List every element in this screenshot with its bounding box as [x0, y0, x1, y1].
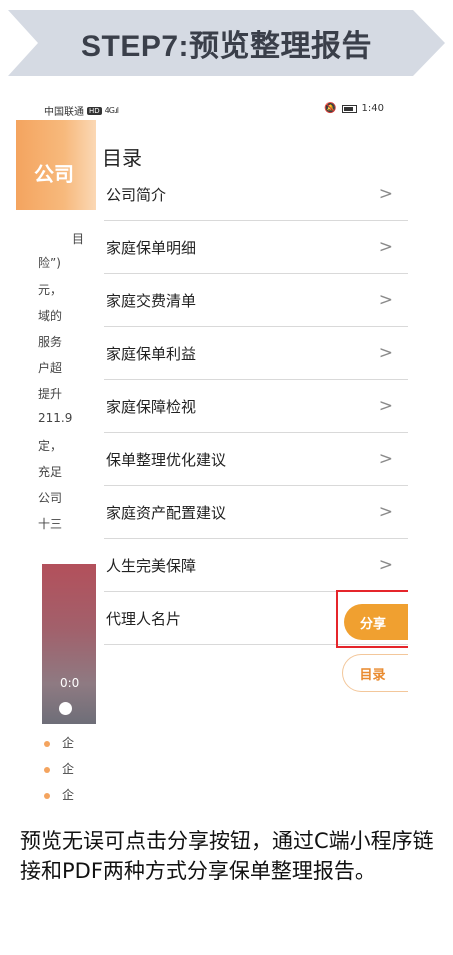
toc-item-label: 家庭保单利益 — [106, 344, 197, 363]
toc-item-label: 家庭保单明细 — [106, 238, 197, 257]
status-bar: 中国联通 HD 4G.ıl 🔕 1:40 — [16, 96, 408, 120]
carrier-name: 中国联通 — [44, 107, 84, 118]
toc-item-label: 家庭保障检视 — [106, 397, 197, 416]
network-type: 4G — [104, 106, 115, 115]
toc-item-policy-detail[interactable]: 家庭保单明细 > — [104, 221, 408, 274]
report-text-line: 充足 — [38, 465, 63, 479]
chevron-right-icon: > — [378, 343, 393, 363]
report-text-line: 元， — [38, 283, 63, 297]
toc-item-label: 人生完美保障 — [106, 556, 197, 575]
report-text-line: 定， — [38, 439, 63, 453]
report-text-line: 十三 — [38, 517, 63, 531]
status-right: 🔕 1:40 — [324, 103, 384, 114]
signal-icon: 4G.ıl — [104, 106, 119, 115]
company-video[interactable] — [42, 564, 96, 724]
report-text-line: 户超 — [38, 361, 63, 375]
toc-item-label: 保单整理优化建议 — [106, 450, 227, 469]
toc-item-label: 家庭交费清单 — [106, 291, 197, 310]
video-time: 0:0 — [60, 676, 80, 690]
video-progress-handle[interactable] — [59, 702, 72, 715]
report-text-line: 公司 — [38, 491, 63, 505]
report-text-line: 目 — [72, 232, 85, 246]
report-text-line: 险”) — [38, 256, 61, 270]
toc-drawer: 目录 公司简介 > 家庭保单明细 > 家庭交费清单 > 家庭保单利益 > 家庭保… — [96, 120, 408, 802]
chevron-right-icon: > — [378, 184, 393, 204]
toc-item-perfect-protection[interactable]: 人生完美保障 > — [104, 539, 408, 592]
toc-item-asset-allocation[interactable]: 家庭资产配置建议 > — [104, 486, 408, 539]
toc-item-label: 公司简介 — [106, 185, 167, 204]
report-text-line: 域的 — [38, 309, 63, 323]
clock: 1:40 — [361, 103, 384, 114]
step-banner: STEP7:预览整理报告 — [8, 10, 445, 76]
bullet-item: 企 — [44, 760, 74, 777]
phone-screenshot: 中国联通 HD 4G.ıl 🔕 1:40 公司 目 险”) 元， 域的 服务 户… — [16, 96, 408, 802]
mute-icon: 🔕 — [324, 103, 337, 114]
banner-title: STEP7:预览整理报告 — [80, 30, 373, 63]
toc-menu: 公司简介 > 家庭保单明细 > 家庭交费清单 > 家庭保单利益 > 家庭保障检视… — [104, 168, 408, 645]
report-text-line: 211.9 — [38, 411, 73, 425]
report-header-title: 公司 — [34, 162, 74, 186]
chevron-right-icon: > — [378, 449, 393, 469]
report-header: 公司 — [16, 120, 96, 210]
toc-item-coverage-review[interactable]: 家庭保障检视 > — [104, 380, 408, 433]
toc-button[interactable]: 目录 — [342, 654, 408, 692]
report-text-line: 提升 — [38, 387, 63, 401]
chevron-right-icon: > — [378, 502, 393, 522]
share-button-highlight-box — [336, 590, 408, 648]
report-text-line: 服务 — [38, 335, 63, 349]
chevron-right-icon: > — [378, 555, 393, 575]
chevron-right-icon: > — [378, 237, 393, 257]
toc-item-optimization-advice[interactable]: 保单整理优化建议 > — [104, 433, 408, 486]
battery-icon — [341, 104, 357, 113]
toc-item-policy-benefits[interactable]: 家庭保单利益 > — [104, 327, 408, 380]
toc-item-label: 代理人名片 — [106, 609, 182, 628]
status-left: 中国联通 HD 4G.ıl — [44, 103, 119, 118]
toc-item-company-intro[interactable]: 公司简介 > — [104, 168, 408, 221]
toc-item-label: 家庭资产配置建议 — [106, 503, 227, 522]
drawer-title: 目录 — [102, 146, 142, 170]
chevron-right-icon: > — [378, 290, 393, 310]
background-report-page: 公司 目 险”) 元， 域的 服务 户超 提升 211.9 定， 充足 公司 十… — [16, 120, 96, 802]
bullet-item: 企 — [44, 734, 74, 751]
instruction-caption: 预览无误可点击分享按钮，通过C端小程序链接和PDF两种方式分享保单整理报告。 — [20, 829, 434, 883]
hd-icon: HD — [87, 106, 102, 115]
bullet-item: 企 — [44, 786, 74, 802]
toc-item-payment-list[interactable]: 家庭交费清单 > — [104, 274, 408, 327]
chevron-right-icon: > — [378, 396, 393, 416]
